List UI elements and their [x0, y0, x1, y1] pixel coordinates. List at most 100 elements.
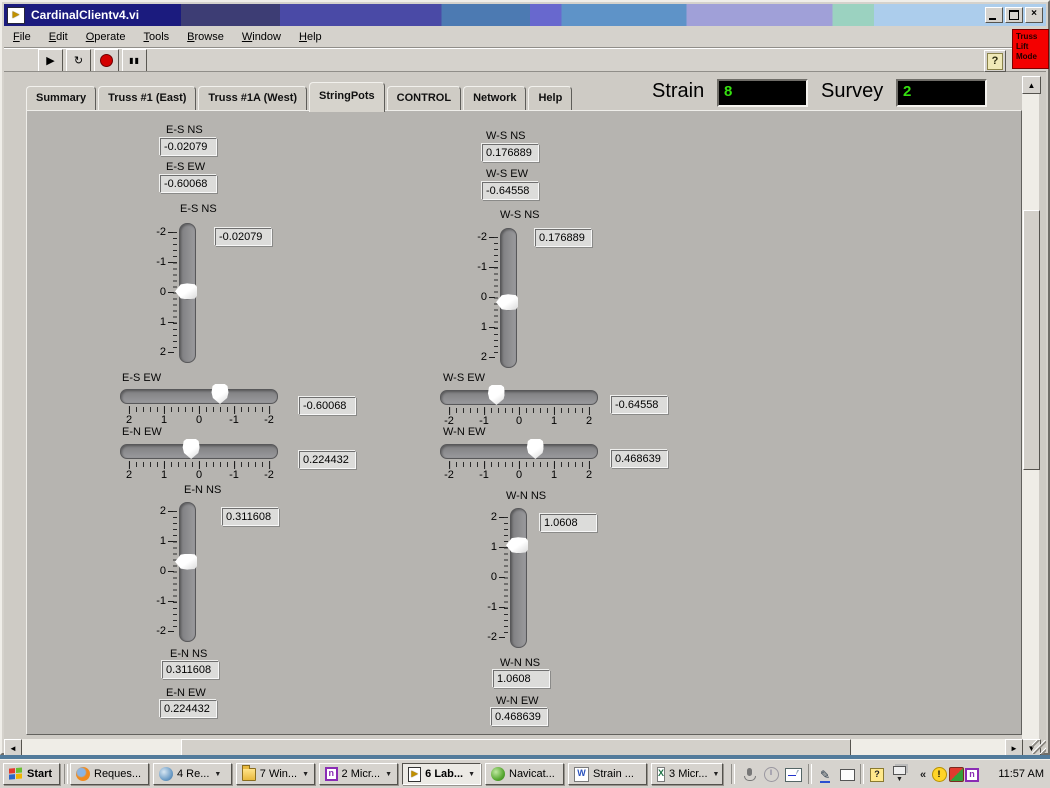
writing-pad-icon[interactable] [784, 766, 802, 783]
pause-button[interactable]: ▮▮ [122, 49, 147, 72]
onenote-tray-icon[interactable]: n [963, 766, 981, 783]
tab-stringpots[interactable]: StringPots [309, 82, 385, 112]
taskbar-button-label: Navicat... [509, 768, 555, 780]
abort-button[interactable] [94, 49, 119, 72]
window-controls: × [985, 7, 1043, 23]
scale-tick-label: 2 [481, 351, 487, 363]
navicat-icon [491, 767, 505, 781]
menu-operate[interactable]: Operate [77, 29, 135, 46]
slider-thumb[interactable] [212, 384, 229, 404]
slider-digital-display[interactable]: -0.02079 [215, 228, 272, 246]
window-title: CardinalClientv4.vi [31, 8, 139, 22]
scale-tick-label: 0 [196, 469, 202, 481]
onenote-icon: n [325, 767, 338, 781]
close-button[interactable]: × [1025, 7, 1043, 23]
taskbar-button-labview-group[interactable]: ▶ 6 Lab... ▼ [402, 763, 481, 785]
scale-tick-label: 2 [126, 414, 132, 426]
menu-browse[interactable]: Browse [178, 29, 233, 46]
slider-digital-display[interactable]: 0.468639 [611, 450, 668, 468]
restore-window-icon[interactable] [838, 766, 856, 783]
menu-help[interactable]: Help [290, 29, 331, 46]
slider-digital-display[interactable]: 0.311608 [222, 508, 279, 526]
slider-digital-display[interactable]: -0.60068 [299, 397, 356, 415]
readout-box: 0.311608 [162, 661, 219, 679]
taskbar-divider [808, 764, 812, 784]
help-tray-icon[interactable]: ? [868, 766, 886, 783]
mode-line: Truss [1016, 32, 1048, 42]
readout-label: E-S NS [166, 124, 203, 136]
scale-tick-label: 1 [160, 535, 166, 547]
readout-label: W-S EW [486, 168, 528, 180]
title-bar[interactable]: ▶ CardinalClientv4.vi × [4, 4, 1046, 26]
slider-thumb[interactable] [527, 439, 544, 459]
vertical-scroll-thumb[interactable] [1023, 210, 1040, 470]
maximize-button[interactable] [1005, 7, 1023, 23]
speech-icon[interactable]: ‖ [762, 766, 780, 783]
stop-icon [100, 54, 113, 67]
minimize-button[interactable] [985, 7, 1003, 23]
slider-thumb[interactable] [488, 385, 505, 405]
slider-w-n-ns: 2 1 0 -1 -2 [477, 508, 531, 658]
scale-tick-label: 0 [160, 565, 166, 577]
readout-label: W-N NS [500, 657, 540, 669]
context-help-button[interactable]: ? [984, 50, 1006, 72]
tab-summary[interactable]: Summary [26, 86, 96, 110]
slider-track[interactable] [510, 508, 527, 648]
menu-file[interactable]: File [4, 29, 40, 46]
scale-tick-label: -2 [264, 469, 274, 481]
run-continuous-button[interactable]: ↻ [66, 49, 91, 72]
slider-track[interactable] [179, 502, 196, 642]
chevron-down-icon: ▼ [713, 771, 720, 778]
tab-help[interactable]: Help [528, 86, 572, 110]
taskbar-button-onenote-group[interactable]: n 2 Micr... ▼ [319, 763, 398, 785]
taskbar-button-word[interactable]: W Strain ... [568, 763, 647, 785]
resize-grip[interactable] [1032, 740, 1046, 754]
readout-box: -0.02079 [160, 138, 217, 156]
menu-edit[interactable]: Edit [40, 29, 77, 46]
taskbar-button-excel-group[interactable]: X 3 Micr... ▼ [651, 763, 723, 785]
microphone-icon[interactable] [740, 766, 758, 783]
tab-truss1a-west[interactable]: Truss #1A (West) [198, 86, 307, 110]
slider-digital-display[interactable]: 0.224432 [299, 451, 356, 469]
strain-display: 8 [717, 79, 808, 107]
taskbar-button-label: 7 Win... [260, 768, 297, 780]
taskbar-clock[interactable]: 11:57 AM [998, 768, 1044, 780]
scale-tick-label: 0 [516, 415, 522, 427]
menu-tools[interactable]: Tools [134, 29, 178, 46]
chevron-down-icon: ▼ [214, 771, 221, 778]
readout-label: W-N EW [496, 695, 539, 707]
taskbar-button-remote[interactable]: 4 Re... ▼ [153, 763, 232, 785]
start-button[interactable]: Start [3, 763, 60, 785]
readout-label: E-N EW [166, 687, 206, 699]
scale-tick-label: 2 [586, 469, 592, 481]
slider-digital-display[interactable]: 1.0608 [540, 514, 597, 532]
scroll-up-button[interactable]: ▲ [1022, 76, 1041, 94]
tab-control[interactable]: CONTROL [387, 86, 461, 110]
volume-warning-tray-icon[interactable]: ! [930, 766, 948, 783]
tab-network[interactable]: Network [463, 86, 526, 110]
toolbar: ▶ ↻ ▮▮ [4, 49, 147, 72]
slider-thumb[interactable] [183, 439, 200, 459]
stacked-windows-icon[interactable]: ▼ [890, 766, 908, 783]
excel-icon: X [657, 767, 665, 782]
slider-label: W-S EW [443, 372, 485, 384]
strain-value: 8 [724, 83, 732, 100]
taskbar-button-navicat[interactable]: Navicat... [485, 763, 564, 785]
scale-tick-label: 2 [160, 346, 166, 358]
strain-label: Strain [652, 80, 704, 103]
taskbar-button-windows-group[interactable]: 7 Win... ▼ [236, 763, 315, 785]
pen-icon[interactable]: ✎ [816, 766, 834, 783]
menu-window[interactable]: Window [233, 29, 290, 46]
readout-label: E-S EW [166, 161, 205, 173]
scale-tick-label: 1 [491, 541, 497, 553]
slider-digital-display[interactable]: 0.176889 [535, 229, 592, 247]
slider-digital-display[interactable]: -0.64558 [611, 396, 668, 414]
mode-line: Lift [1016, 42, 1048, 52]
run-button[interactable]: ▶ [38, 49, 63, 72]
taskbar-button-firefox[interactable]: Reques... [70, 763, 149, 785]
scale-tick-label: -1 [477, 261, 487, 273]
network-icon [159, 767, 173, 781]
taskbar-divider [731, 764, 735, 784]
scale-tick-label: -1 [479, 469, 489, 481]
tab-truss1-east[interactable]: Truss #1 (East) [98, 86, 196, 110]
